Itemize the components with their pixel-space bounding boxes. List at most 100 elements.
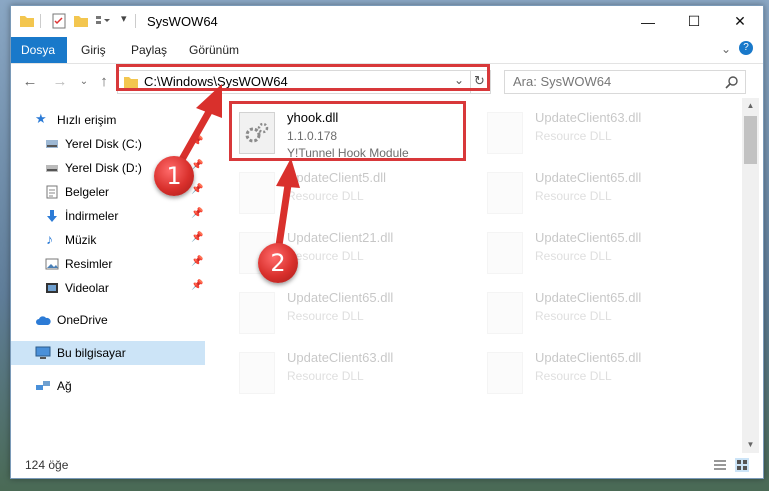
- pin-icon[interactable]: 📌: [191, 136, 203, 147]
- sidebar-item-network[interactable]: Ağ: [11, 374, 205, 398]
- up-button[interactable]: ↑: [93, 70, 115, 92]
- dll-file-icon: [239, 352, 275, 394]
- navigation-pane: ★ Hızlı erişim Yerel Disk (C:) 📌 Yerel D…: [11, 98, 207, 453]
- file-name: UpdateClient65.dll: [535, 230, 642, 245]
- sidebar-item-quick-access[interactable]: ★ Hızlı erişim: [11, 108, 205, 132]
- file-name: UpdateClient65.dll: [535, 350, 642, 365]
- pin-icon[interactable]: 📌: [191, 208, 203, 219]
- tab-home[interactable]: Giriş: [71, 37, 116, 63]
- tiles-view-icon[interactable]: [735, 458, 749, 472]
- file-name: UpdateClient63.dll: [287, 350, 394, 365]
- pictures-icon: [45, 258, 59, 270]
- close-button[interactable]: ✕: [717, 6, 763, 37]
- scroll-down-icon[interactable]: ▼: [742, 437, 759, 453]
- file-item[interactable]: UpdateClient65.dll Resource DLL: [479, 286, 719, 344]
- scroll-thumb[interactable]: [744, 116, 757, 164]
- search-input[interactable]: Ara: SysWOW64: [513, 74, 611, 89]
- sidebar-item-local-disk-c[interactable]: Yerel Disk (C:) 📌: [11, 132, 205, 156]
- recent-locations-icon[interactable]: ⌄: [73, 70, 95, 92]
- star-icon: ★: [35, 111, 47, 126]
- address-bar-highlight: [116, 64, 490, 91]
- file-description: Resource DLL: [287, 369, 364, 383]
- pin-icon[interactable]: 📌: [191, 184, 203, 195]
- forward-button[interactable]: →: [49, 70, 71, 92]
- new-folder-icon[interactable]: [73, 13, 89, 29]
- file-description: Resource DLL: [287, 189, 364, 203]
- properties-icon[interactable]: [51, 13, 67, 29]
- tab-file[interactable]: Dosya: [11, 37, 67, 63]
- dll-file-icon: [487, 292, 523, 334]
- dropdown-arrow-icon[interactable]: ▾: [121, 12, 127, 25]
- sidebar-item-downloads[interactable]: İndirmeler 📌: [11, 204, 205, 228]
- sidebar-item-label: Ağ: [57, 379, 72, 393]
- separator: [40, 14, 41, 28]
- item-count: 124 öğe: [25, 458, 69, 472]
- details-view-icon[interactable]: [713, 459, 727, 471]
- download-icon: [47, 210, 57, 222]
- file-description: Resource DLL: [535, 249, 612, 263]
- dll-file-icon: [487, 172, 523, 214]
- title-bar: ▾ SysWOW64 — ☐ ✕: [11, 6, 763, 37]
- documents-icon: [46, 185, 58, 199]
- sidebar-item-label: Belgeler: [65, 185, 110, 199]
- back-button[interactable]: ←: [19, 70, 41, 92]
- sidebar-item-label: OneDrive: [57, 313, 108, 327]
- sidebar-item-label: Videolar: [65, 281, 109, 295]
- dll-file-icon: [487, 352, 523, 394]
- pin-icon[interactable]: 📌: [191, 280, 203, 291]
- sidebar-item-pictures[interactable]: Resimler 📌: [11, 252, 205, 276]
- sidebar-item-label: Hızlı erişim: [57, 113, 117, 127]
- file-description: Resource DLL: [287, 309, 364, 323]
- file-description: Resource DLL: [535, 309, 612, 323]
- file-name: UpdateClient65.dll: [287, 290, 394, 305]
- file-description: Resource DLL: [535, 129, 612, 143]
- file-name: UpdateClient5.dll: [287, 170, 387, 185]
- pin-icon[interactable]: 📌: [191, 256, 203, 267]
- sidebar-item-music[interactable]: ♪ Müzik 📌: [11, 228, 205, 252]
- file-name: UpdateClient65.dll: [535, 170, 642, 185]
- folder-icon: [20, 16, 34, 27]
- sidebar-item-this-pc[interactable]: Bu bilgisayar: [11, 341, 205, 365]
- separator: [135, 14, 136, 28]
- file-item[interactable]: UpdateClient63.dll Resource DLL: [479, 106, 719, 164]
- sidebar-item-onedrive[interactable]: OneDrive: [11, 308, 205, 332]
- videos-icon: [46, 283, 58, 293]
- tab-share[interactable]: Paylaş: [121, 37, 177, 63]
- scroll-up-icon[interactable]: ▲: [742, 98, 759, 114]
- dll-file-icon: [239, 172, 275, 214]
- dll-file-icon: [239, 292, 275, 334]
- customize-toolbar-icon[interactable]: [95, 13, 111, 29]
- help-icon[interactable]: ?: [739, 41, 753, 55]
- file-item[interactable]: UpdateClient65.dll Resource DLL: [479, 226, 719, 284]
- file-description: Resource DLL: [287, 249, 364, 263]
- file-item[interactable]: UpdateClient65.dll Resource DLL: [479, 346, 719, 404]
- file-item[interactable]: UpdateClient65.dll Resource DLL: [479, 166, 719, 224]
- network-icon: [36, 381, 50, 390]
- maximize-button[interactable]: ☐: [671, 6, 717, 37]
- file-item[interactable]: UpdateClient65.dll Resource DLL: [231, 286, 471, 344]
- pin-icon[interactable]: 📌: [191, 232, 203, 243]
- dll-file-icon: [487, 232, 523, 274]
- step-2-marker: 2: [258, 243, 298, 283]
- file-item[interactable]: UpdateClient5.dll Resource DLL: [231, 166, 471, 224]
- file-name: UpdateClient65.dll: [535, 290, 642, 305]
- file-item[interactable]: UpdateClient63.dll Resource DLL: [231, 346, 471, 404]
- music-icon: ♪: [46, 231, 53, 247]
- sidebar-item-label: Yerel Disk (D:): [65, 161, 142, 175]
- file-description: Resource DLL: [535, 189, 612, 203]
- drive-icon: [46, 140, 58, 148]
- minimize-button[interactable]: —: [625, 6, 671, 37]
- search-box[interactable]: Ara: SysWOW64: [504, 70, 746, 94]
- expand-ribbon-icon[interactable]: ⌄: [721, 42, 731, 56]
- sidebar-item-videos[interactable]: Videolar 📌: [11, 276, 205, 300]
- file-description: Resource DLL: [535, 369, 612, 383]
- search-icon[interactable]: [725, 75, 739, 89]
- ribbon-tabs: Dosya Giriş Paylaş Görünüm ⌄ ?: [11, 37, 763, 64]
- vertical-scrollbar[interactable]: ▲ ▼: [742, 98, 759, 453]
- computer-icon: [35, 346, 51, 359]
- sidebar-item-label: İndirmeler: [65, 209, 119, 223]
- step-1-marker: 1: [154, 156, 194, 196]
- cloud-icon: [36, 316, 51, 325]
- tab-view[interactable]: Görünüm: [179, 37, 249, 63]
- sidebar-item-label: Resimler: [65, 257, 113, 271]
